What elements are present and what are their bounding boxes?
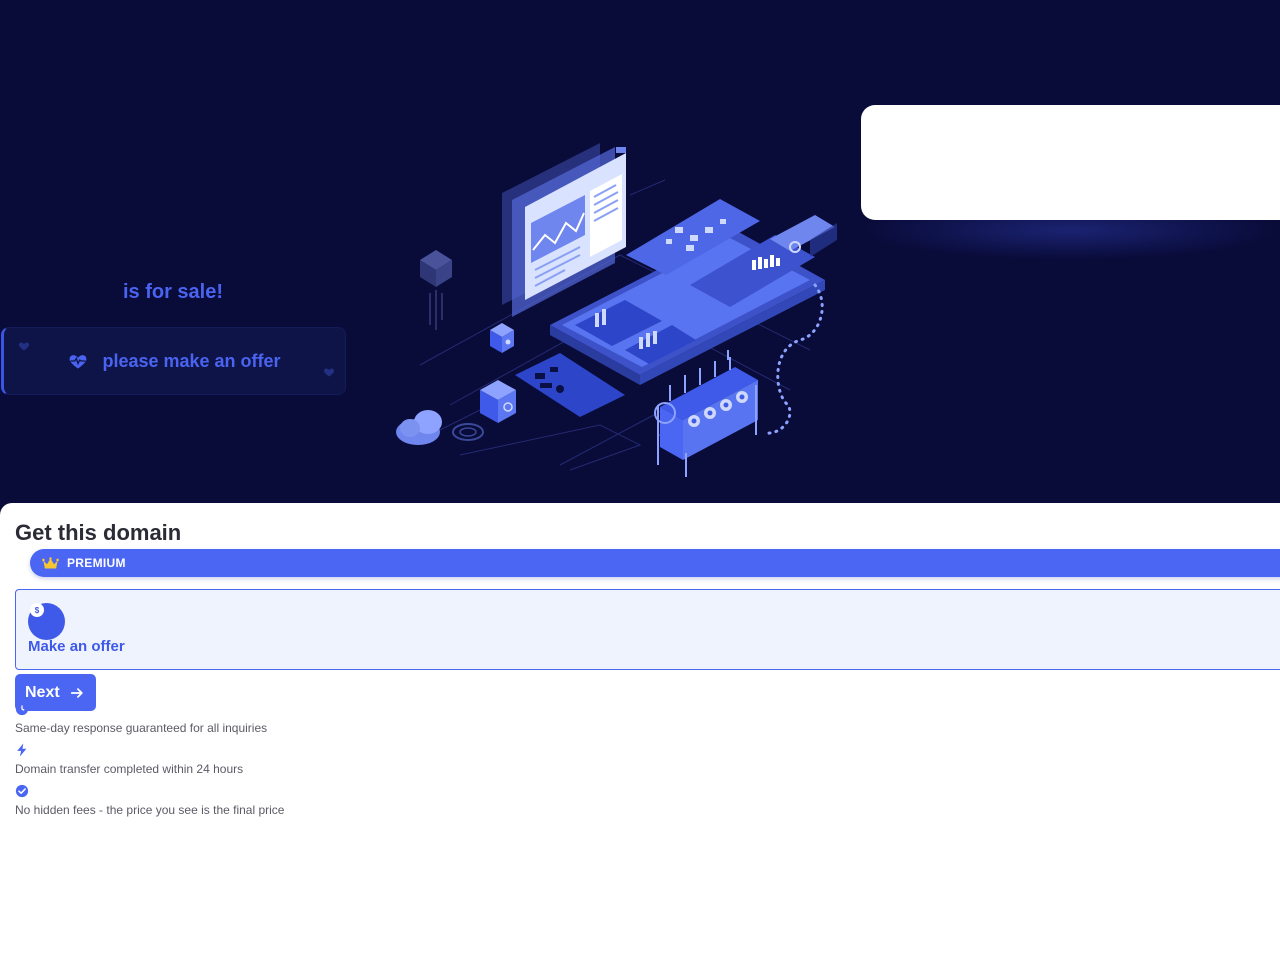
- safe-large: [480, 380, 516, 423]
- premium-label: PREMIUM: [67, 556, 126, 570]
- feature-text: Same-day response guaranteed for all inq…: [15, 721, 268, 735]
- heart-icon: [323, 368, 335, 377]
- domain-name-box: [861, 105, 1280, 220]
- make-offer-banner-text: please make an offer: [102, 350, 281, 371]
- feature-item: Domain transfer completed within 24 hour…: [15, 743, 243, 776]
- panel-title: Get this domain: [15, 520, 182, 545]
- safe-small: [490, 323, 514, 353]
- feature-text: No hidden fees - the price you see is th…: [15, 803, 285, 817]
- feature-item: No hidden fees - the price you see is th…: [15, 784, 284, 817]
- make-offer-banner[interactable]: please make an offer: [1, 327, 346, 395]
- isometric-tech-illustration: [396, 143, 837, 477]
- crown-icon: [42, 556, 59, 568]
- make-offer-label: Make an offer: [28, 638, 125, 655]
- arrow-right-icon: [70, 687, 83, 698]
- next-button-label: Next: [25, 683, 60, 701]
- dashboard-screen: [502, 143, 626, 317]
- clock-icon: [15, 702, 29, 716]
- make-offer-option[interactable]: $ Make an offer: [15, 589, 1280, 670]
- feature-item: Same-day response guaranteed for all inq…: [15, 702, 267, 735]
- for-sale-text: is for sale!: [122, 281, 224, 303]
- check-circle-icon: [15, 784, 29, 798]
- cube-dark: [420, 250, 452, 330]
- feature-text: Domain transfer completed within 24 hour…: [15, 762, 244, 776]
- lightning-icon: [17, 743, 27, 757]
- premium-badge: PREMIUM: [30, 549, 1280, 577]
- hero-section: is for sale! please make an offer: [0, 0, 1280, 520]
- dollar-icon: $: [30, 603, 44, 617]
- heartbeat-icon: [70, 355, 87, 369]
- heart-icon: [18, 342, 30, 351]
